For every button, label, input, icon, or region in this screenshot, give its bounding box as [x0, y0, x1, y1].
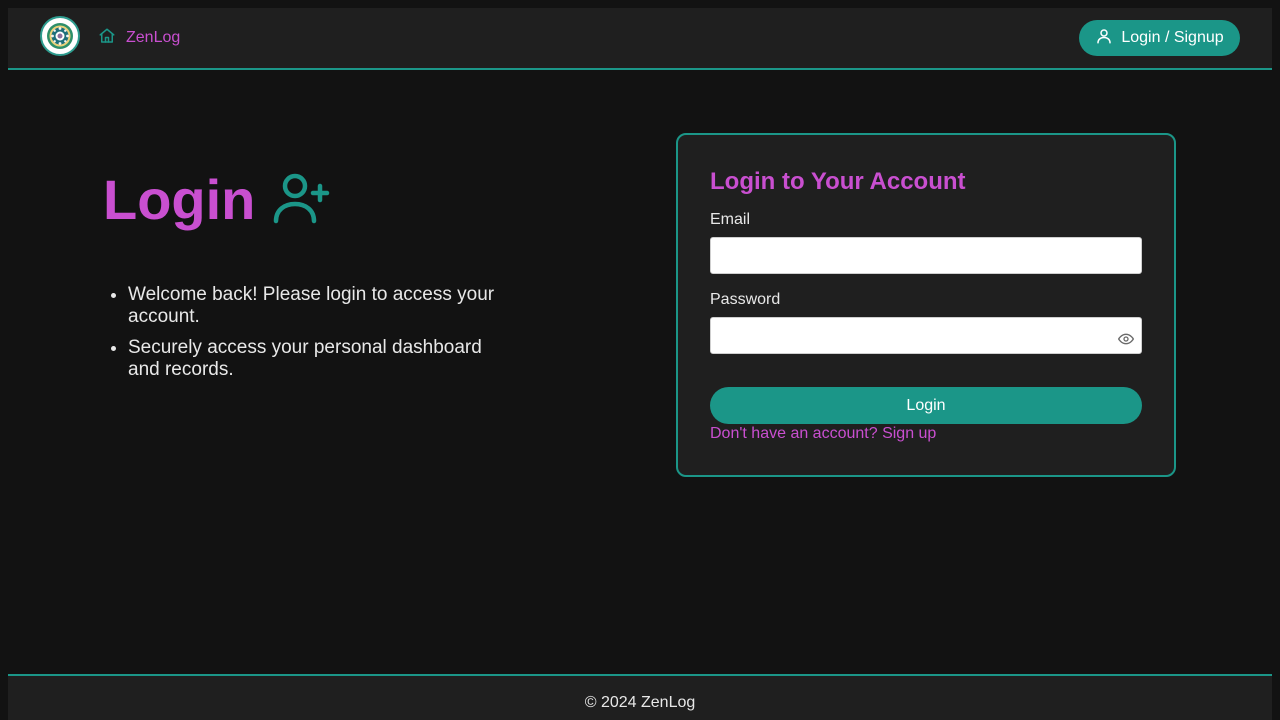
page-title: Login — [103, 168, 256, 231]
footer: © 2024 ZenLog — [8, 674, 1272, 720]
login-card: Login to Your Account Email Password Log… — [676, 133, 1176, 477]
info-list: Welcome back! Please login to access you… — [108, 284, 518, 390]
list-item: Securely access your personal dashboard … — [128, 337, 518, 381]
copyright-text: © 2024 ZenLog — [584, 694, 696, 711]
home-link[interactable]: ZenLog — [98, 26, 180, 50]
email-label: Email — [710, 211, 751, 228]
password-field[interactable] — [710, 317, 1142, 354]
eye-icon[interactable] — [1116, 331, 1136, 347]
home-icon — [98, 27, 116, 50]
login-button[interactable]: Login — [710, 387, 1142, 424]
email-field[interactable] — [710, 237, 1142, 274]
navbar: ZenLog Login / Signup — [8, 8, 1272, 70]
user-icon — [1095, 27, 1113, 50]
user-plus-icon — [273, 172, 331, 229]
signup-link[interactable]: Don't have an account? Sign up — [710, 423, 936, 445]
brand-name: ZenLog — [126, 29, 181, 46]
list-item: Welcome back! Please login to access you… — [128, 284, 518, 328]
login-signup-label: Login / Signup — [1121, 29, 1224, 46]
page: ZenLog Login / Signup Login Welcome back… — [8, 8, 1272, 720]
mandala-logo-icon[interactable] — [40, 16, 80, 56]
login-signup-button[interactable]: Login / Signup — [1079, 20, 1240, 56]
password-label: Password — [710, 291, 781, 308]
form-title: Login to Your Account — [710, 168, 966, 195]
hero-title: Login — [103, 166, 331, 234]
